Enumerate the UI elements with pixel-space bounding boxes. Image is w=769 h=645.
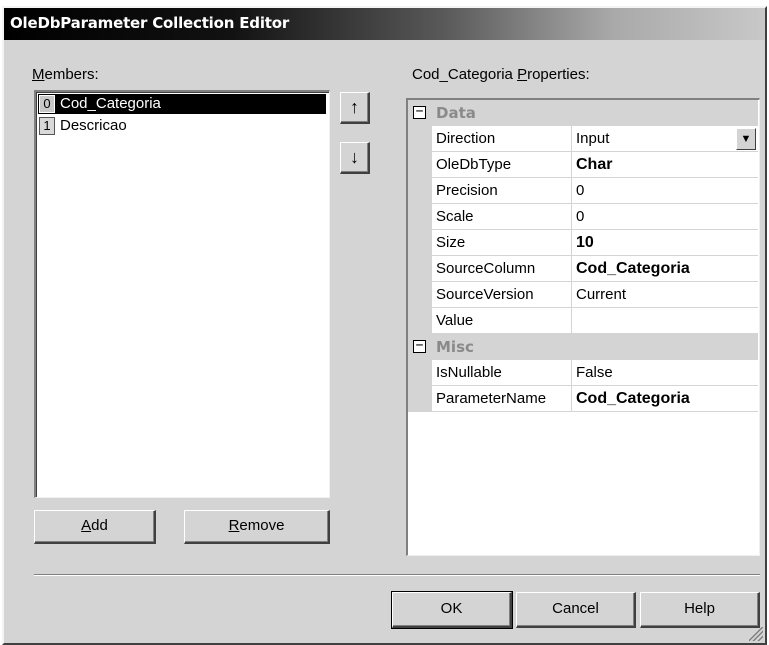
members-list[interactable]: 0 Cod_Categoria 1 Descricao (34, 90, 330, 498)
member-name: Cod_Categoria (60, 95, 161, 112)
property-name: Direction (432, 126, 572, 152)
members-label: Members: (32, 66, 99, 83)
property-name: IsNullable (432, 360, 572, 386)
collapse-icon[interactable]: − (413, 105, 426, 119)
property-row-value[interactable]: Value (408, 308, 758, 334)
separator-line (34, 574, 760, 576)
move-up-button[interactable]: ↑ (340, 92, 370, 124)
property-row-precision[interactable]: Precision 0 (408, 178, 758, 204)
property-value[interactable]: False (572, 360, 758, 386)
row-gutter (408, 126, 432, 152)
property-value[interactable]: 0 (572, 204, 758, 230)
row-gutter (408, 230, 432, 256)
property-name: ParameterName (432, 386, 572, 412)
direction-value: Input (576, 130, 610, 147)
member-index: 1 (39, 117, 55, 135)
property-row-size[interactable]: Size 10 (408, 230, 758, 256)
window-title: OleDbParameter Collection Editor (10, 14, 290, 32)
property-row-scale[interactable]: Scale 0 (408, 204, 758, 230)
property-value[interactable]: Current (572, 282, 758, 308)
arrow-down-icon: ↓ (350, 147, 359, 167)
property-row-direction[interactable]: Direction Input ▼ (408, 126, 758, 152)
resize-grip-icon[interactable] (749, 627, 763, 641)
property-value[interactable]: Char (572, 152, 758, 178)
dropdown-arrow-icon[interactable]: ▼ (736, 128, 756, 150)
category-name: Misc (436, 338, 474, 356)
row-gutter (408, 386, 432, 412)
properties-label: Cod_Categoria Properties: (412, 66, 590, 83)
row-gutter (408, 282, 432, 308)
help-button[interactable]: Help (640, 592, 760, 628)
member-item-cod-categoria[interactable]: 0 Cod_Categoria (38, 94, 326, 114)
row-gutter (408, 308, 432, 334)
property-name: SourceColumn (432, 256, 572, 282)
member-item-descricao[interactable]: 1 Descricao (38, 116, 326, 136)
property-value[interactable]: Cod_Categoria (572, 386, 758, 412)
property-row-sourceversion[interactable]: SourceVersion Current (408, 282, 758, 308)
property-value[interactable] (572, 308, 758, 334)
row-gutter (408, 204, 432, 230)
property-name: Size (432, 230, 572, 256)
property-value[interactable]: 0 (572, 178, 758, 204)
property-row-parametername[interactable]: ParameterName Cod_Categoria (408, 386, 758, 412)
remove-button[interactable]: Remove (184, 510, 330, 544)
property-row-sourcecolumn[interactable]: SourceColumn Cod_Categoria (408, 256, 758, 282)
property-value[interactable]: Cod_Categoria (572, 256, 758, 282)
move-down-button[interactable]: ↓ (340, 142, 370, 174)
property-name: Scale (432, 204, 572, 230)
category-name: Data (436, 104, 476, 122)
ok-button[interactable]: OK (391, 591, 513, 629)
property-name: OleDbType (432, 152, 572, 178)
property-value[interactable]: 10 (572, 230, 758, 256)
title-bar[interactable]: OleDbParameter Collection Editor (4, 8, 765, 40)
property-name: Precision (432, 178, 572, 204)
add-button[interactable]: Add (34, 510, 156, 544)
collapse-icon[interactable]: − (413, 339, 426, 353)
row-gutter (408, 178, 432, 204)
collection-editor-dialog: OleDbParameter Collection Editor Members… (2, 6, 767, 645)
property-grid[interactable]: − Data Direction Input ▼ OleDbType Char … (406, 98, 760, 556)
row-gutter (408, 152, 432, 178)
property-value[interactable]: Input ▼ (572, 126, 758, 152)
property-name: Value (432, 308, 572, 334)
category-data[interactable]: − Data (408, 100, 758, 126)
cancel-button[interactable]: Cancel (516, 592, 636, 628)
property-name: SourceVersion (432, 282, 572, 308)
row-gutter (408, 360, 432, 386)
property-row-oledbtype[interactable]: OleDbType Char (408, 152, 758, 178)
member-index: 0 (39, 95, 55, 113)
member-name: Descricao (60, 117, 127, 134)
property-row-isnullable[interactable]: IsNullable False (408, 360, 758, 386)
category-misc[interactable]: − Misc (408, 334, 758, 360)
row-gutter (408, 256, 432, 282)
arrow-up-icon: ↑ (350, 97, 359, 117)
